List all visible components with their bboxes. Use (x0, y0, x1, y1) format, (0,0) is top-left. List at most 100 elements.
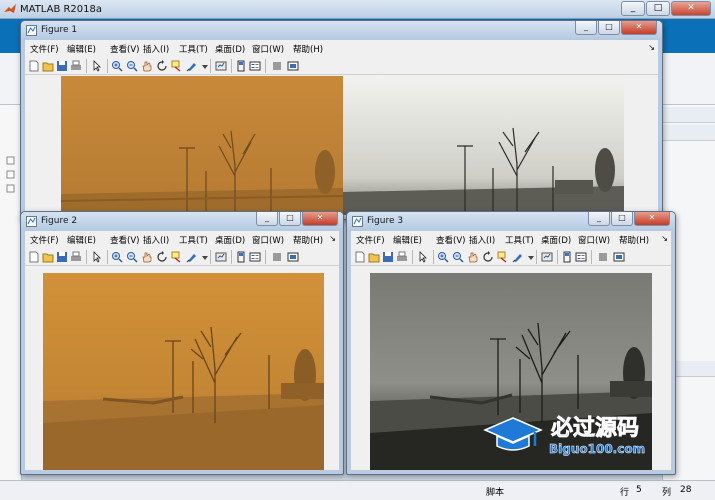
minimize-button[interactable]: _ (575, 21, 597, 35)
brush-dropdown-icon[interactable] (199, 60, 208, 72)
menu-item[interactable]: 编辑(E) (393, 234, 422, 246)
close-button[interactable]: ✕ (621, 21, 657, 35)
rotate-icon[interactable] (156, 251, 168, 263)
brush-icon[interactable] (186, 251, 198, 263)
print-icon[interactable] (396, 251, 408, 263)
legend-icon[interactable] (249, 60, 261, 72)
menu-item[interactable]: 插入(I) (143, 234, 169, 246)
link-plot-icon[interactable] (541, 251, 553, 263)
legend-icon[interactable] (575, 251, 587, 263)
figure-2-window[interactable]: Figure 2 _ □ ✕ 文件(F) 编辑(E) 查看(V) 插入(I) 工具(T)… (20, 211, 344, 475)
show-plot-tools-icon[interactable] (613, 251, 625, 263)
menu-item[interactable]: 查看(V) (436, 234, 465, 246)
save-icon[interactable] (56, 60, 68, 72)
menu-item[interactable]: 窗口(W) (252, 234, 284, 246)
figure-icon (26, 25, 37, 36)
minimize-button[interactable]: _ (256, 212, 278, 226)
menu-item[interactable]: 文件(F) (356, 234, 385, 246)
show-plot-tools-icon[interactable] (287, 251, 299, 263)
hide-plot-tools-icon[interactable] (597, 251, 609, 263)
menu-item[interactable]: 窗口(W) (578, 234, 610, 246)
hide-plot-tools-icon[interactable] (271, 60, 283, 72)
pan-hand-icon[interactable] (141, 60, 153, 72)
menu-item[interactable]: 窗口(W) (252, 43, 284, 55)
workspace-row[interactable] (663, 125, 715, 141)
main-maximize-button[interactable]: □ (646, 1, 670, 16)
menu-item[interactable]: 文件(F) (30, 43, 59, 55)
brush-icon[interactable] (186, 60, 198, 72)
open-file-icon[interactable] (368, 251, 380, 263)
menu-item[interactable]: 工具(T) (505, 234, 534, 246)
new-figure-icon[interactable] (28, 251, 40, 263)
zoom-out-icon[interactable] (126, 60, 138, 72)
dock-arrow-icon[interactable]: ↘ (661, 234, 668, 243)
brush-icon[interactable] (512, 251, 524, 263)
brush-dropdown-icon[interactable] (199, 251, 208, 263)
main-titlebar[interactable]: MATLAB R2018a _ □ ✕ (0, 0, 715, 19)
show-plot-tools-icon[interactable] (287, 60, 299, 72)
data-cursor-icon[interactable] (497, 251, 509, 263)
figure-window-controls: _ □ ✕ (256, 212, 338, 226)
colorbar-icon[interactable] (235, 60, 247, 72)
save-icon[interactable] (382, 251, 394, 263)
rotate-icon[interactable] (482, 251, 494, 263)
menu-item[interactable]: 桌面(D) (215, 43, 245, 55)
data-cursor-icon[interactable] (171, 251, 183, 263)
zoom-in-icon[interactable] (111, 60, 123, 72)
save-icon[interactable] (56, 251, 68, 263)
dock-arrow-icon[interactable]: ↘ (648, 43, 655, 52)
close-button[interactable]: ✕ (302, 212, 338, 226)
menu-item[interactable]: 帮助(H) (619, 234, 649, 246)
menu-item[interactable]: 帮助(H) (293, 234, 323, 246)
pointer-icon[interactable] (417, 251, 429, 263)
new-figure-icon[interactable] (354, 251, 366, 263)
pan-hand-icon[interactable] (141, 251, 153, 263)
zoom-out-icon[interactable] (452, 251, 464, 263)
hide-plot-tools-icon[interactable] (271, 251, 283, 263)
main-minimize-button[interactable]: _ (621, 1, 645, 16)
colorbar-icon[interactable] (561, 251, 573, 263)
zoom-out-icon[interactable] (126, 251, 138, 263)
dock-arrow-icon[interactable]: ↘ (329, 234, 336, 243)
zoom-in-icon[interactable] (437, 251, 449, 263)
maximize-button[interactable]: □ (279, 212, 301, 226)
figure-titlebar[interactable]: Figure 2 _ □ ✕ (21, 212, 343, 231)
print-icon[interactable] (70, 60, 82, 72)
pan-hand-icon[interactable] (467, 251, 479, 263)
data-cursor-icon[interactable] (171, 60, 183, 72)
menu-item[interactable]: 查看(V) (110, 234, 139, 246)
figure-titlebar[interactable]: Figure 1 _ □ ✕ (21, 21, 662, 40)
menu-item[interactable]: 插入(I) (469, 234, 495, 246)
menu-item[interactable]: 查看(V) (110, 43, 139, 55)
link-plot-icon[interactable] (215, 251, 227, 263)
maximize-button[interactable]: □ (611, 212, 633, 226)
zoom-in-icon[interactable] (111, 251, 123, 263)
figure-titlebar[interactable]: Figure 3 _ □ ✕ (347, 212, 675, 231)
menu-item[interactable]: 桌面(D) (215, 234, 245, 246)
open-file-icon[interactable] (42, 60, 54, 72)
menu-item[interactable]: 工具(T) (179, 43, 208, 55)
menu-item[interactable]: 编辑(E) (67, 234, 96, 246)
watermark: 必过源码 Biguo100.com (483, 408, 673, 458)
close-button[interactable]: ✕ (634, 212, 670, 226)
print-icon[interactable] (70, 251, 82, 263)
new-figure-icon[interactable] (28, 60, 40, 72)
menu-item[interactable]: 工具(T) (179, 234, 208, 246)
pointer-icon[interactable] (91, 60, 103, 72)
minimize-button[interactable]: _ (588, 212, 610, 226)
pointer-icon[interactable] (91, 251, 103, 263)
main-close-button[interactable]: ✕ (671, 1, 711, 16)
open-file-icon[interactable] (42, 251, 54, 263)
link-plot-icon[interactable] (215, 60, 227, 72)
colorbar-icon[interactable] (235, 251, 247, 263)
menu-item[interactable]: 编辑(E) (67, 43, 96, 55)
legend-icon[interactable] (249, 251, 261, 263)
brush-dropdown-icon[interactable] (525, 251, 534, 263)
figure-1-window[interactable]: Figure 1 _ □ ✕ 文件(F) 编辑(E) 查看(V) 插入(I) 工具(T)… (20, 20, 663, 220)
menu-item[interactable]: 文件(F) (30, 234, 59, 246)
menu-item[interactable]: 插入(I) (143, 43, 169, 55)
menu-item[interactable]: 桌面(D) (541, 234, 571, 246)
maximize-button[interactable]: □ (598, 21, 620, 35)
menu-item[interactable]: 帮助(H) (293, 43, 323, 55)
rotate-icon[interactable] (156, 60, 168, 72)
